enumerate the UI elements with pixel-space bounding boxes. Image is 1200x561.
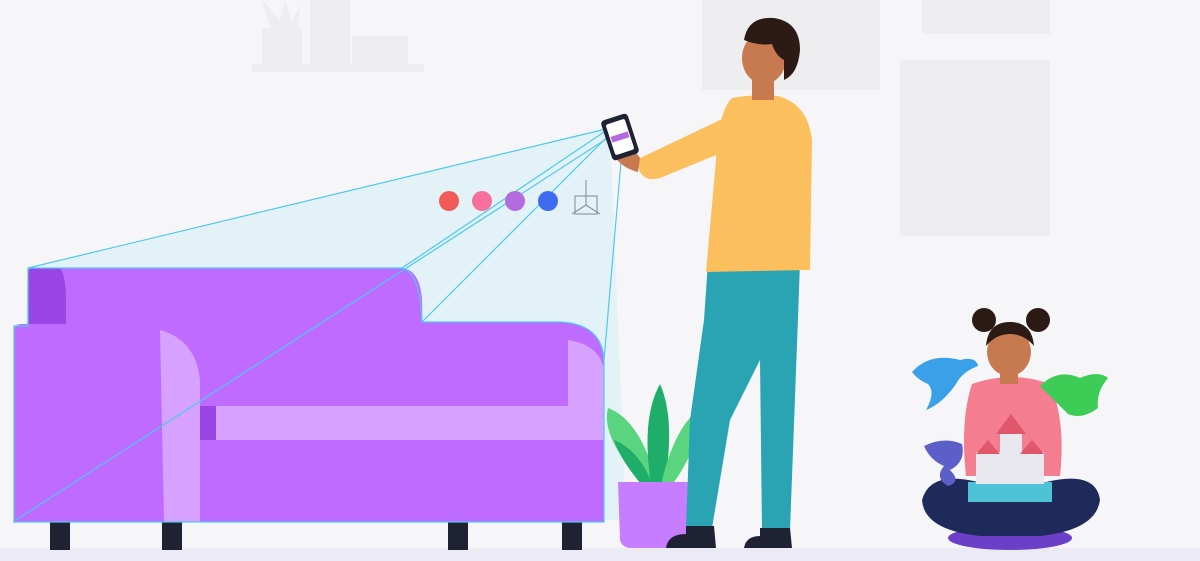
shelf-plant-leaves <box>262 0 300 28</box>
castle-tower <box>1000 432 1022 466</box>
color-swatch-purple[interactable] <box>505 191 525 211</box>
sofa-leg <box>162 520 182 550</box>
sofa-base <box>200 440 604 522</box>
sofa-back-side <box>28 268 66 330</box>
sofa-seat-cushion-edge <box>200 406 216 440</box>
color-swatch-pink[interactable] <box>472 191 492 211</box>
shelf-books <box>310 0 350 64</box>
sofa-leg <box>562 520 582 550</box>
girl-with-castle <box>912 308 1108 550</box>
man-pants <box>686 262 800 530</box>
sofa-left-arm-front <box>160 330 200 522</box>
sofa-leg <box>448 520 468 550</box>
girl-hair-bun <box>1026 308 1050 332</box>
scene-svg <box>0 0 1200 561</box>
sofa-seat-cushion <box>200 406 578 440</box>
shelf-plant-pot <box>262 28 302 64</box>
color-swatch-red[interactable] <box>439 191 459 211</box>
girl-hair-bun <box>972 308 996 332</box>
sofa-leg <box>50 520 70 550</box>
wall-shelf <box>252 64 424 72</box>
color-swatch-blue[interactable] <box>538 191 558 211</box>
ar-scene-illustration <box>0 0 1200 561</box>
wall-frame-2 <box>922 0 1050 34</box>
castle-base <box>968 482 1052 502</box>
shelf-book-stack <box>352 36 408 64</box>
wall-frame-3 <box>900 60 1050 236</box>
man-shoe <box>744 528 792 548</box>
